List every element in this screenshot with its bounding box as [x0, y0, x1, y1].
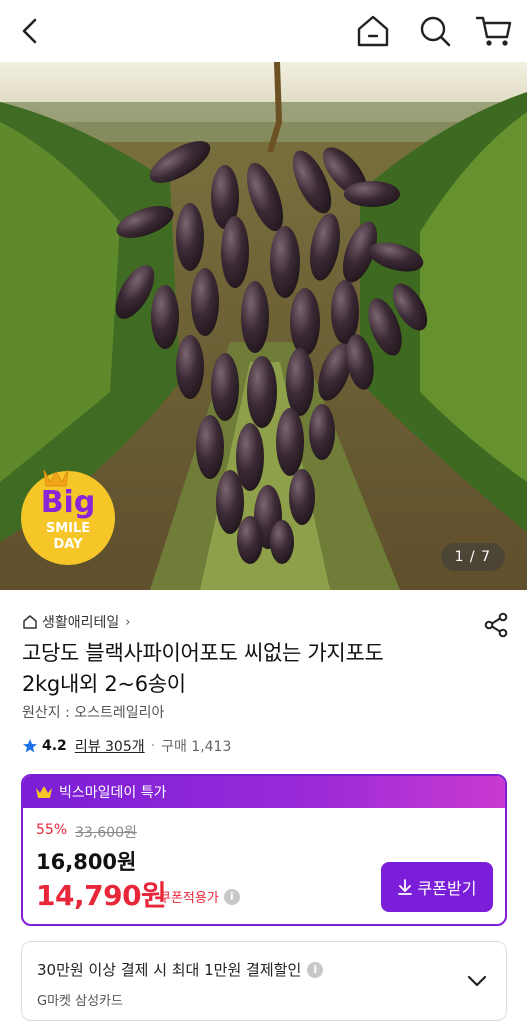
- promo-card-name: G마켓 삼성카드: [37, 994, 123, 1009]
- product-title-line2: 2kg내외 2~6송이: [22, 672, 186, 696]
- product-title: 고당도 블랙사파이어포도 씨없는 가지포도 2kg내외 2~6송이: [22, 638, 462, 700]
- product-image[interactable]: Big SMILE DAY 1 / 7: [0, 62, 527, 590]
- badge-day-text: DAY: [53, 537, 83, 552]
- sales-count: 구매 1,413: [161, 739, 232, 755]
- home-icon[interactable]: [354, 12, 392, 50]
- rating-row: 4.2 리뷰 305개 · 구매 1,413: [22, 736, 231, 756]
- deal-body: 55% 33,600원 16,800원 14,790원 쿠폰적용가 i 쿠폰받기: [23, 808, 505, 924]
- review-link[interactable]: 리뷰 305개: [75, 736, 145, 756]
- cart-icon[interactable]: [474, 12, 514, 50]
- coupon-note: 쿠폰적용가 i: [159, 887, 240, 906]
- promo-info-icon[interactable]: i: [307, 961, 324, 978]
- promo-main-text: 30만원 이상 결제 시 최대 1만원 결제할인: [37, 961, 302, 979]
- top-bar: [0, 0, 527, 62]
- get-coupon-label: 쿠폰받기: [417, 881, 477, 898]
- card-discount-promo[interactable]: 30만원 이상 결제 시 최대 1만원 결제할인 i G마켓 삼성카드: [21, 941, 507, 1021]
- info-icon[interactable]: i: [223, 888, 240, 905]
- discount-rate: 55%: [36, 822, 68, 838]
- original-price: 33,600원: [75, 825, 137, 841]
- store-link[interactable]: 생활애리테일 ›: [22, 612, 130, 632]
- image-pager: 1 / 7: [440, 543, 505, 571]
- share-icon[interactable]: [483, 612, 509, 638]
- badge-big-text: Big: [41, 485, 96, 520]
- chevron-down-icon[interactable]: [466, 972, 488, 990]
- badge-smile-text: SMILE: [46, 521, 90, 536]
- store-name: 생활애리테일: [42, 615, 120, 631]
- sale-price: 16,800원: [36, 850, 137, 874]
- rating-score: 4.2: [42, 738, 67, 754]
- deal-header: 빅스마일데이 특가: [23, 776, 505, 808]
- download-icon: [397, 879, 412, 895]
- promo-line1: 30만원 이상 결제 시 최대 1만원 결제할인 i: [37, 959, 324, 980]
- deal-card: 빅스마일데이 특가 55% 33,600원 16,800원 14,790원 쿠폰…: [21, 774, 507, 926]
- search-icon[interactable]: [416, 12, 454, 50]
- coupon-price: 14,790원: [36, 879, 167, 912]
- deal-header-label: 빅스마일데이 특가: [59, 785, 167, 801]
- coupon-note-label: 쿠폰적용가: [159, 891, 219, 906]
- store-home-icon: [23, 615, 37, 629]
- big-smile-day-badge: Big SMILE DAY: [21, 469, 115, 565]
- get-coupon-button[interactable]: 쿠폰받기: [381, 862, 493, 912]
- origin-text: 원산지 : 오스트레일리아: [22, 705, 165, 721]
- chevron-left-icon[interactable]: [14, 14, 48, 48]
- separator-dot: ·: [150, 738, 156, 754]
- product-title-line1: 고당도 블랙사파이어포도 씨없는 가지포도: [22, 641, 384, 665]
- chevron-right-icon: ›: [125, 614, 131, 630]
- star-icon: [23, 739, 37, 753]
- crown-icon: [36, 786, 52, 798]
